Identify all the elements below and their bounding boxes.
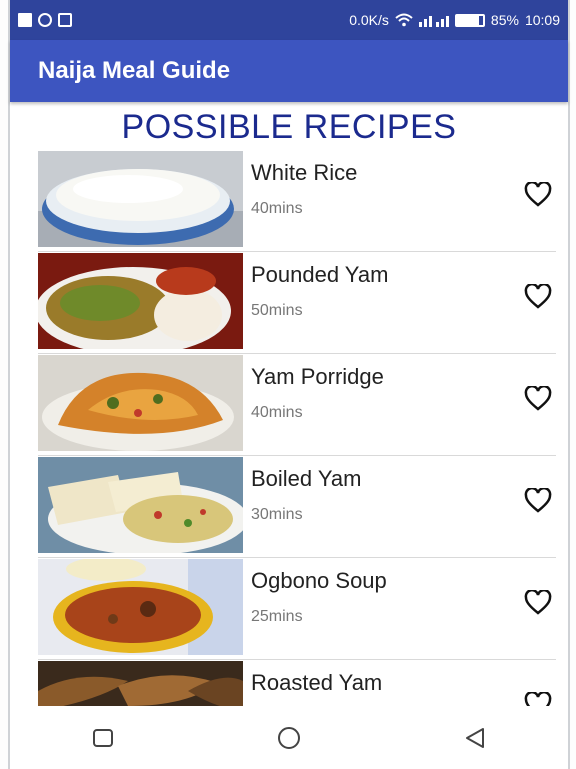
pounded-yam-image <box>38 253 243 349</box>
ogbono-soup-image <box>38 559 243 655</box>
recipe-time: 40mins <box>251 404 303 421</box>
recipe-name: Boiled Yam <box>251 466 362 491</box>
page-heading: POSSIBLE RECIPES <box>121 108 457 146</box>
recipe-name: Ogbono Soup <box>251 568 387 593</box>
heart-outline-icon[interactable] <box>524 386 552 412</box>
heart-outline-icon[interactable] <box>524 692 552 706</box>
device-frame-right <box>568 0 576 769</box>
recipe-time: 25mins <box>251 608 303 625</box>
status-bar: 0.0K/s 85% 10:09 <box>10 0 568 40</box>
heart-outline-icon[interactable] <box>524 182 552 208</box>
navigation-bar <box>10 706 568 769</box>
heart-outline-icon[interactable] <box>524 488 552 514</box>
recipe-row-yam-porridge[interactable]: Yam Porridge 40mins <box>38 354 556 456</box>
boiled-yam-image <box>38 457 243 553</box>
white-rice-image <box>38 151 243 247</box>
yam-porridge-image <box>38 355 243 451</box>
recipe-row-roasted-yam[interactable]: Roasted Yam <box>38 660 556 706</box>
whatsapp-icon <box>38 13 52 27</box>
recipe-time: 30mins <box>251 506 303 523</box>
signal-icon <box>418 16 449 27</box>
recipe-row-ogbono-soup[interactable]: Ogbono Soup 25mins <box>38 558 556 660</box>
roasted-yam-image <box>38 661 243 706</box>
back-icon <box>466 727 484 748</box>
recipe-name: Yam Porridge <box>251 364 384 389</box>
recents-button[interactable] <box>83 718 123 758</box>
recipe-name: White Rice <box>251 160 358 185</box>
heart-outline-icon[interactable] <box>524 590 552 616</box>
status-time: 10:09 <box>524 12 560 28</box>
app-title: Naija Meal Guide <box>38 57 231 84</box>
recents-icon <box>93 728 113 747</box>
battery-icon <box>454 13 485 27</box>
message-icon <box>58 13 72 27</box>
recipe-time: 40mins <box>251 200 303 217</box>
back-button[interactable] <box>455 718 495 758</box>
app-bar: Naija Meal Guide <box>10 40 568 102</box>
network-speed: 0.0K/s <box>349 12 389 28</box>
heart-outline-icon[interactable] <box>524 284 552 310</box>
recipe-time: 50mins <box>251 302 303 319</box>
recipe-row-white-rice[interactable]: White Rice 40mins <box>38 150 556 252</box>
recipe-name: Roasted Yam <box>251 670 383 695</box>
device-frame-left <box>0 0 10 769</box>
recipe-name: Pounded Yam <box>251 262 389 287</box>
battery-percent: 85% <box>490 12 519 28</box>
recipe-row-pounded-yam[interactable]: Pounded Yam 50mins <box>38 252 556 354</box>
wifi-icon <box>395 13 413 27</box>
home-icon <box>278 726 300 749</box>
recipe-list[interactable]: White Rice 40mins Pounded Yam 50mins Yam… <box>38 150 556 706</box>
facebook-icon <box>18 13 32 27</box>
home-button[interactable] <box>269 718 309 758</box>
recipe-row-boiled-yam[interactable]: Boiled Yam 30mins <box>38 456 556 558</box>
